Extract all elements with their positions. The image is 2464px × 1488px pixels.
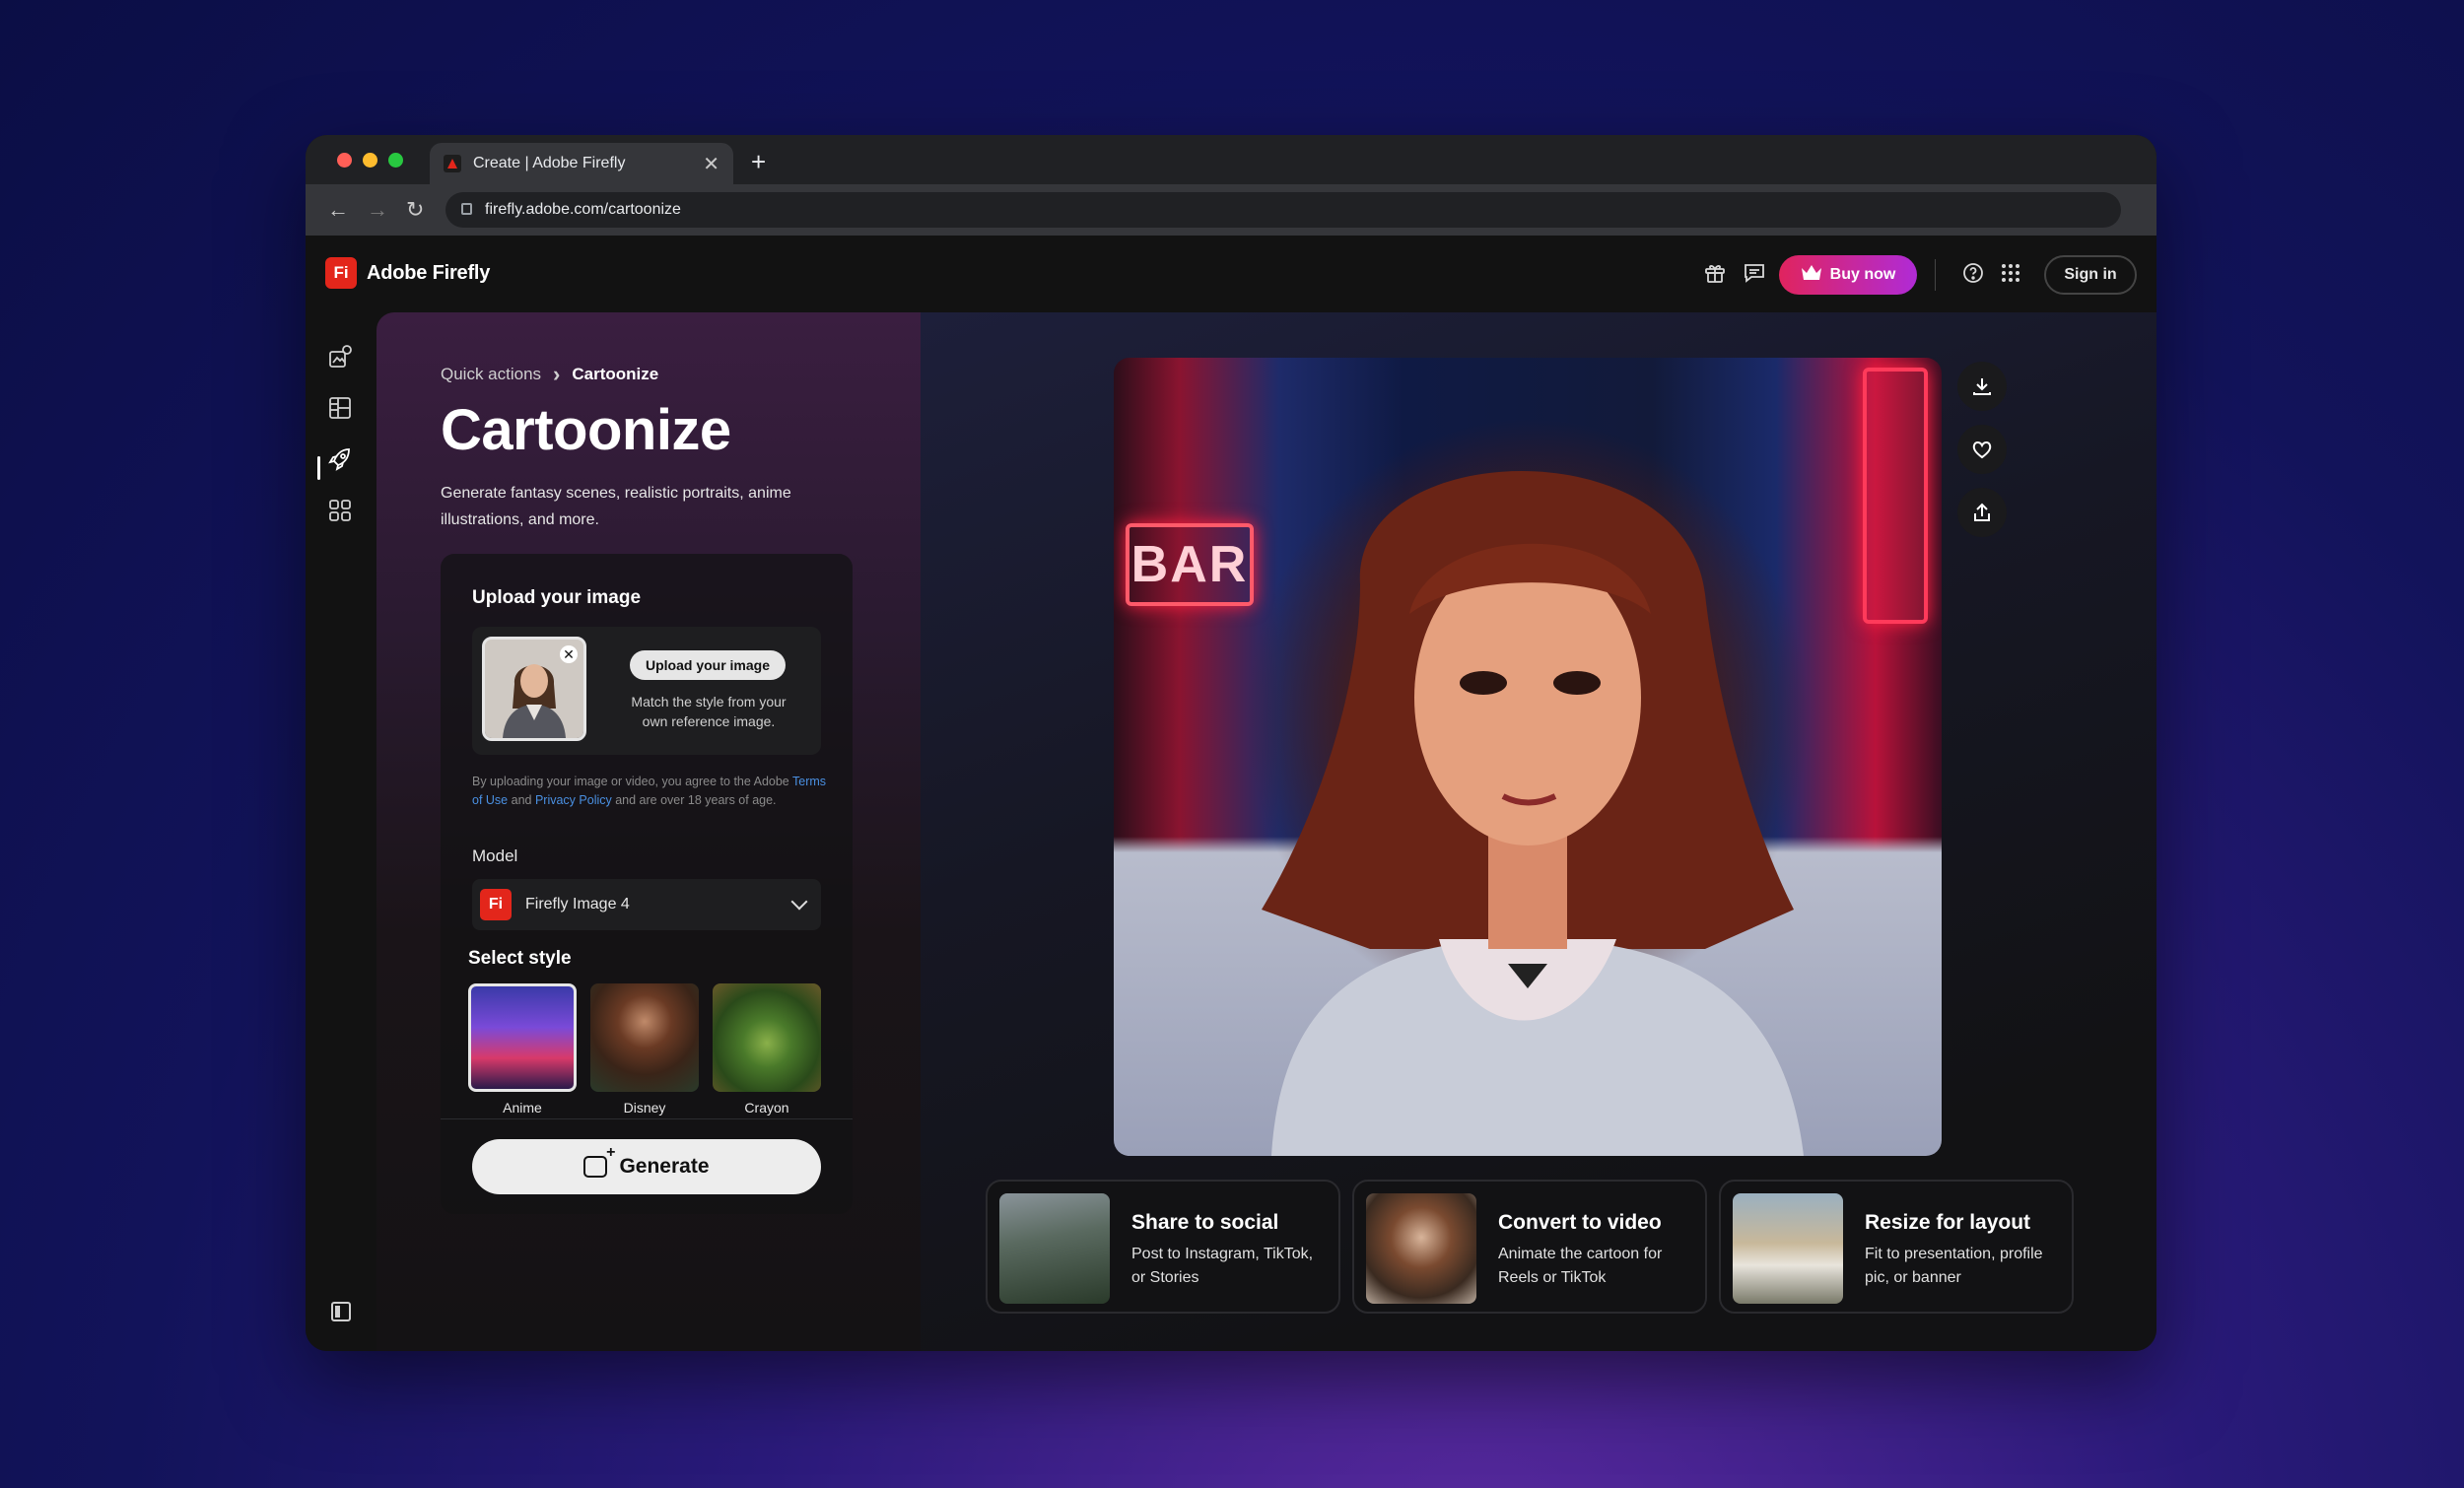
assets-icon[interactable] [327, 498, 353, 523]
style-option-anime[interactable]: Anime [468, 983, 577, 1116]
heart-icon [1972, 441, 1992, 459]
legal-notice: By uploading your image or video, you ag… [472, 773, 827, 810]
browser-tab[interactable]: Create | Adobe Firefly ✕ [430, 143, 733, 184]
quick-action-title: Convert to video [1498, 1211, 1662, 1234]
help-icon[interactable] [1961, 261, 1985, 292]
share-button[interactable] [1957, 488, 2007, 537]
quick-action-share-to-social[interactable]: Share to social Post to Instagram, TikTo… [986, 1180, 1340, 1314]
generate-icon [583, 1144, 615, 1178]
quick-action-title: Resize for layout [1865, 1211, 2031, 1234]
model-selected-value: Firefly Image 4 [525, 896, 630, 913]
remove-image-icon[interactable]: ✕ [560, 645, 578, 663]
lock-icon [461, 203, 472, 215]
quick-action-text: Fit to presentation, profile pic, or ban… [1865, 1246, 2043, 1286]
quick-action-resize-for-layout[interactable]: Resize for layout Fit to presentation, p… [1719, 1180, 2074, 1314]
forward-arrow-icon[interactable]: → [367, 197, 388, 223]
settings-panel: Quick actions › Cartoonize Cartoonize Ge… [376, 312, 921, 1351]
legal-text-end: and are over 18 years of age. [611, 793, 777, 807]
left-rail [306, 312, 376, 1351]
back-arrow-icon[interactable]: ← [327, 197, 349, 223]
url-field[interactable]: firefly.adobe.com/cartoonize [445, 192, 2121, 228]
upload-heading: Upload your image [472, 587, 642, 608]
resize-for-layout-thumbnail [1733, 1193, 1843, 1304]
crayon-style-thumbnail [713, 983, 821, 1092]
legal-text-start: By uploading your image or video, you ag… [472, 775, 792, 788]
upload-hint: Match the style from your own reference … [631, 694, 787, 729]
legal-text-and: and [508, 793, 535, 807]
app-header: Fi Adobe Firefly Buy now Sign in [306, 236, 2156, 312]
breadcrumb-quick-actions[interactable]: Quick actions [441, 365, 541, 384]
firefly-model-icon: Fi [480, 889, 512, 920]
tab-title: Create | Adobe Firefly [473, 155, 626, 171]
quick-action-text: Animate the cartoon for Reels or TikTok [1498, 1246, 1663, 1286]
download-button[interactable] [1957, 362, 2007, 411]
quick-action-text: Post to Instagram, TikTok, or Stories [1131, 1246, 1314, 1286]
chevron-down-icon [790, 893, 808, 911]
generate-label: Generate [619, 1155, 710, 1178]
style-option-crayon[interactable]: Crayon [713, 983, 821, 1116]
sign-in-button[interactable]: Sign in [2044, 255, 2137, 295]
disney-style-thumbnail [590, 983, 699, 1092]
privacy-policy-link[interactable]: Privacy Policy [535, 793, 612, 807]
adobe-favicon-icon [444, 155, 461, 172]
browser-tab-bar: Create | Adobe Firefly ✕ + [306, 135, 2156, 184]
maximize-window-button[interactable] [388, 153, 403, 168]
convert-to-video-thumbnail [1366, 1193, 1476, 1304]
new-tab-button[interactable]: + [751, 147, 766, 177]
anime-portrait [1262, 471, 1804, 1156]
upload-dropzone[interactable]: ✕ Upload your image Match the style from… [472, 627, 821, 755]
browser-window: Create | Adobe Firefly ✕ + ← → ↻ firefly… [306, 135, 2156, 1351]
gift-icon[interactable] [1703, 261, 1727, 292]
style-caption: Crayon [744, 1100, 789, 1116]
divider [441, 1118, 853, 1119]
chat-icon[interactable] [1743, 261, 1766, 292]
adobe-firefly-logo[interactable]: Fi Adobe Firefly [325, 257, 490, 289]
buy-now-label: Buy now [1829, 266, 1896, 283]
generate-button[interactable]: Generate [472, 1139, 821, 1194]
favorite-button[interactable] [1957, 425, 2007, 474]
active-indicator [317, 456, 320, 480]
buy-now-button[interactable]: Buy now [1779, 255, 1917, 295]
breadcrumb-current: Cartoonize [572, 365, 659, 383]
panel-toggle-icon[interactable] [331, 1302, 351, 1321]
page-description: Generate fantasy scenes, realistic portr… [441, 485, 791, 528]
generated-image[interactable]: BAR [1114, 358, 1942, 1156]
options-card: Upload your image ✕ Upload your image Ma… [441, 554, 853, 1214]
generate-image-icon[interactable] [327, 344, 353, 370]
style-caption: Anime [503, 1100, 542, 1116]
breadcrumb-separator-icon: › [553, 362, 561, 386]
crown-icon [1801, 264, 1822, 287]
upload-image-button[interactable]: Upload your image [630, 650, 786, 680]
address-bar-row: ← → ↻ firefly.adobe.com/cartoonize [306, 184, 2156, 236]
quick-actions-icon[interactable] [327, 446, 353, 472]
tab-close-icon[interactable]: ✕ [703, 152, 719, 176]
page-title: Cartoonize [441, 398, 731, 462]
uploaded-image-thumbnail: ✕ [482, 637, 586, 741]
style-caption: Disney [623, 1100, 666, 1116]
templates-icon[interactable] [327, 395, 353, 421]
share-icon [1974, 503, 1990, 521]
share-to-social-thumbnail [999, 1193, 1110, 1304]
app-name: Adobe Firefly [367, 261, 491, 284]
download-icon [1973, 378, 1991, 395]
style-options: Anime Disney Crayon [468, 983, 821, 1116]
quick-action-convert-to-video[interactable]: Convert to video Animate the cartoon for… [1352, 1180, 1707, 1314]
select-style-label: Select style [468, 948, 572, 969]
header-divider [1935, 259, 1936, 291]
model-select[interactable]: Fi Firefly Image 4 [472, 879, 821, 930]
quick-action-title: Share to social [1131, 1211, 1279, 1234]
model-label: Model [472, 846, 518, 865]
minimize-window-button[interactable] [363, 153, 377, 168]
window-controls [337, 153, 403, 168]
firefly-logo-icon: Fi [325, 257, 357, 289]
style-option-disney[interactable]: Disney [590, 983, 699, 1116]
breadcrumb: Quick actions › Cartoonize [441, 362, 658, 387]
url-text: firefly.adobe.com/cartoonize [485, 201, 681, 218]
apps-grid-icon[interactable] [1999, 261, 2022, 292]
result-area: BAR Share to social Post to Instagram, T… [921, 312, 2156, 1351]
reload-icon[interactable]: ↻ [406, 197, 424, 223]
close-window-button[interactable] [337, 153, 352, 168]
anime-style-thumbnail [468, 983, 577, 1092]
